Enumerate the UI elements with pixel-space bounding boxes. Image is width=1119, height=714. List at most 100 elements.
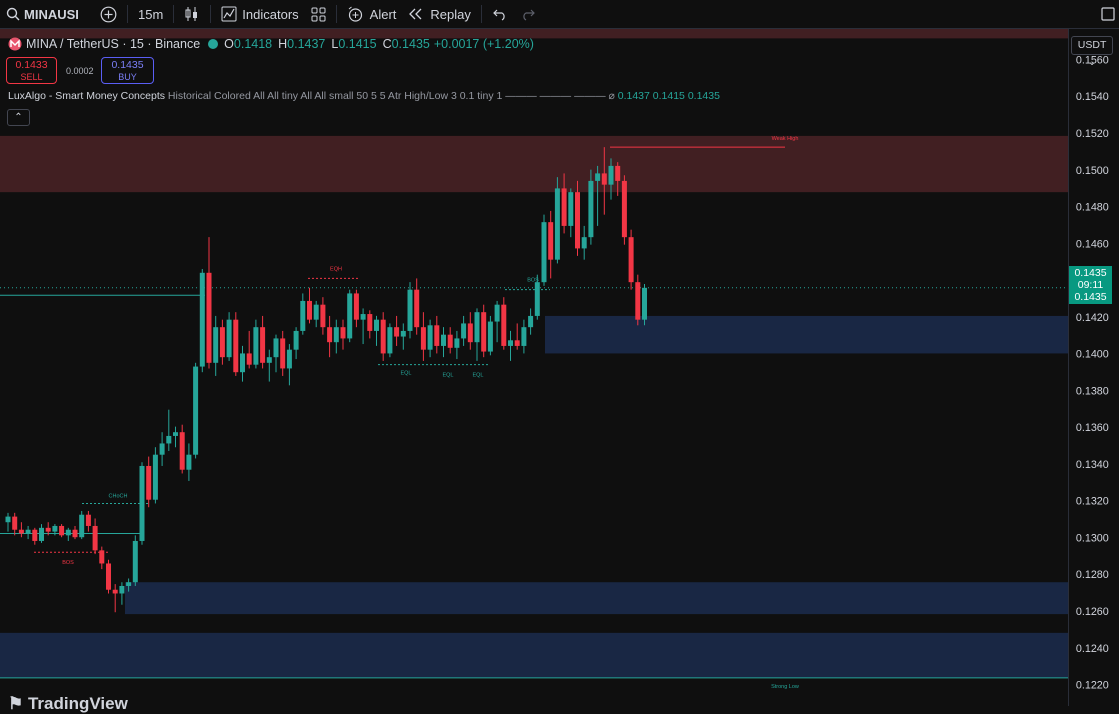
indicator-legend[interactable]: LuxAlgo - Smart Money Concepts Historica…: [8, 90, 720, 102]
replay-label: Replay: [430, 6, 471, 22]
buy-price: 0.1435: [111, 59, 144, 71]
candle-body: [407, 289, 413, 331]
candle-body: [454, 338, 460, 348]
compare-button[interactable]: [94, 0, 123, 28]
candle-body: [588, 180, 594, 238]
candle-body: [5, 516, 11, 523]
redo-button[interactable]: [514, 0, 542, 28]
add-circle-icon: [100, 6, 117, 22]
candle-body: [260, 327, 266, 363]
structure-label: EQH: [330, 266, 342, 272]
candle-body: [99, 550, 105, 564]
candle-body: [608, 165, 614, 185]
price-tick-label: 0.1240: [1076, 643, 1109, 655]
candle-body: [414, 289, 420, 328]
replay-button[interactable]: Replay: [402, 0, 476, 28]
chart-type-button[interactable]: [178, 0, 206, 28]
candle-body: [628, 237, 634, 283]
demand-zone: [545, 315, 1068, 354]
candle-body: [595, 173, 601, 181]
candle-body: [139, 465, 145, 541]
collapse-legend-button[interactable]: ⌃: [7, 109, 30, 126]
candle-body: [367, 314, 373, 331]
price-change: +0.0017 (+1.20%): [433, 37, 534, 51]
candle-body: [159, 443, 165, 455]
candle-body: [280, 338, 286, 369]
search-icon: [6, 7, 20, 21]
last-price-label: 0.1435 09:11 0.1435: [1069, 266, 1112, 304]
candle-body: [575, 192, 580, 249]
candle-body: [528, 315, 534, 328]
price-tick-label: 0.1380: [1076, 385, 1109, 397]
candle-body: [39, 527, 44, 541]
toolbar-divider: [480, 5, 482, 23]
structure-label: EQL: [472, 373, 483, 379]
layouts-button[interactable]: [305, 0, 332, 28]
price-tick-label: 0.1460: [1076, 238, 1109, 250]
candle-body: [72, 529, 78, 538]
top-toolbar: MINAUSI 15m Indicators Alert Replay: [0, 0, 1119, 29]
undo-button[interactable]: [486, 0, 514, 28]
tradingview-logo[interactable]: ⚑ TradingView: [8, 694, 128, 714]
candle-body: [112, 589, 118, 594]
high-value: 0.1437: [287, 37, 326, 51]
candle-body: [293, 330, 299, 350]
candle-body: [434, 325, 440, 346]
candle-body: [193, 366, 199, 455]
candle-body: [642, 287, 647, 320]
price-chart[interactable]: CHoCH BOS EQH EQL EQL EQL BOS Weak High Strong L…: [0, 29, 1068, 706]
sell-button[interactable]: 0.1433 SELL: [6, 57, 57, 84]
low-label: L: [331, 37, 339, 51]
price-tick-label: 0.1520: [1076, 128, 1109, 140]
structure-label: Strong Low: [771, 684, 799, 690]
candle-body: [173, 432, 178, 436]
candle-body: [534, 282, 540, 316]
candle-body: [474, 312, 480, 343]
indicators-label: Indicators: [242, 6, 299, 22]
candle-body: [581, 237, 587, 249]
logo-text: TradingView: [27, 694, 128, 713]
candle-body: [494, 304, 500, 322]
candle-body: [65, 529, 71, 536]
interval-button[interactable]: 15m: [132, 0, 169, 28]
alert-button[interactable]: Alert: [341, 0, 403, 28]
indicator-params: Historical Colored All All tiny All All …: [167, 90, 615, 102]
toolbar-divider: [210, 5, 212, 23]
fullscreen-button[interactable]: [1095, 0, 1119, 28]
candle-body: [273, 338, 279, 358]
spread-value: 0.0002: [66, 66, 94, 76]
buy-button[interactable]: 0.1435 BUY: [101, 57, 154, 84]
indicators-button[interactable]: Indicators: [215, 0, 304, 28]
candle-body: [561, 188, 567, 226]
candle-body: [226, 319, 232, 358]
mina-logo-icon: [8, 37, 22, 51]
low-value: 0.1415: [338, 37, 377, 51]
price-axis[interactable]: 0.1220 0.1240 0.1260 0.1280 0.1300 0.1320 0.13…: [1068, 29, 1119, 706]
chevron-up-icon: ⌃: [14, 112, 23, 123]
candle-body: [179, 432, 185, 470]
candle-body: [441, 334, 446, 346]
candle-body: [253, 327, 259, 365]
indicator-name: LuxAlgo - Smart Money Concepts: [8, 90, 165, 102]
structure-label: BOS: [527, 278, 539, 284]
candle-body: [119, 585, 125, 594]
candle-body: [340, 327, 346, 339]
demand-zone: [0, 632, 1068, 678]
indicator-values: 0.1437 0.1415 0.1435: [617, 90, 720, 102]
candle-body: [541, 222, 547, 283]
price-tick-label: 0.1420: [1076, 312, 1109, 324]
candle-body: [79, 514, 85, 538]
symbol-title[interactable]: MINA / TetherUS · 15 · Binance: [26, 37, 200, 51]
candle-body: [514, 340, 520, 346]
structure-label: EQL: [400, 371, 411, 377]
open-value: 0.1418: [233, 37, 273, 51]
grid-icon: [311, 7, 326, 21]
window-icon: [1101, 7, 1115, 21]
currency-select[interactable]: USDT ⌄: [1071, 36, 1113, 68]
candle-body: [59, 525, 65, 536]
undo-icon: [493, 9, 505, 21]
sell-price: 0.1433: [15, 59, 48, 71]
toolbar-divider: [127, 5, 128, 23]
symbol-search[interactable]: MINAUSI: [0, 0, 94, 28]
price-tick-label: 0.1360: [1076, 422, 1109, 434]
